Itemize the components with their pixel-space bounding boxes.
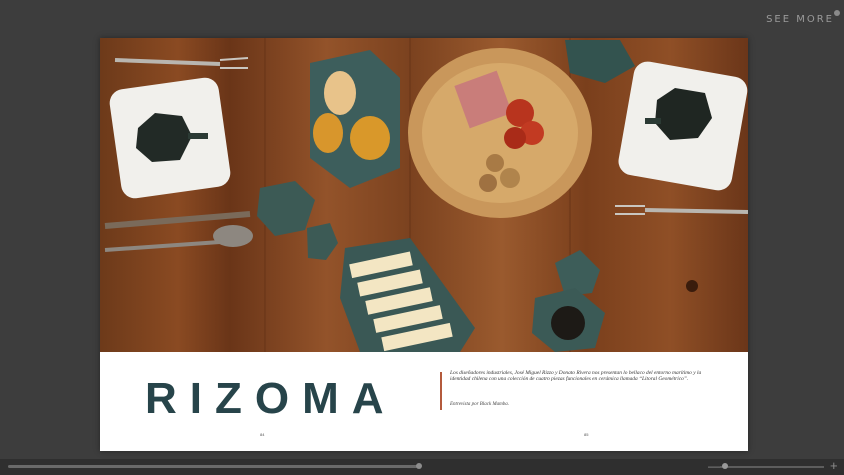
zoom-out-button[interactable]: — bbox=[708, 459, 720, 473]
table-setting-illustration bbox=[104, 38, 748, 352]
page-progress-handle[interactable] bbox=[416, 463, 422, 469]
food-photo bbox=[100, 38, 748, 352]
accent-divider bbox=[440, 372, 442, 410]
magazine-spread: RIZOMA Los diseñadores industriales, Jos… bbox=[100, 38, 748, 451]
magazine-title: RIZOMA bbox=[145, 374, 397, 423]
close-dot-icon[interactable] bbox=[834, 10, 840, 16]
page-number-left: 84 bbox=[260, 432, 265, 437]
zoom-in-button[interactable]: + bbox=[830, 458, 838, 473]
magazine-viewer: SEE MORE RIZOMA Los diseñadores industri… bbox=[0, 0, 844, 475]
page-number-right: 85 bbox=[584, 432, 589, 437]
viewer-controls-bar: — + bbox=[0, 458, 844, 475]
page-progress-track[interactable] bbox=[8, 465, 418, 468]
article-caption: RIZOMA Los diseñadores industriales, Jos… bbox=[100, 352, 748, 451]
article-description: Los diseñadores industriales, José Migue… bbox=[450, 370, 702, 383]
see-more-link[interactable]: SEE MORE bbox=[766, 14, 834, 25]
article-credit: Entrevista por Black Mamba. bbox=[450, 402, 509, 407]
zoom-slider-track[interactable] bbox=[720, 466, 824, 468]
zoom-slider-handle[interactable] bbox=[722, 463, 728, 469]
